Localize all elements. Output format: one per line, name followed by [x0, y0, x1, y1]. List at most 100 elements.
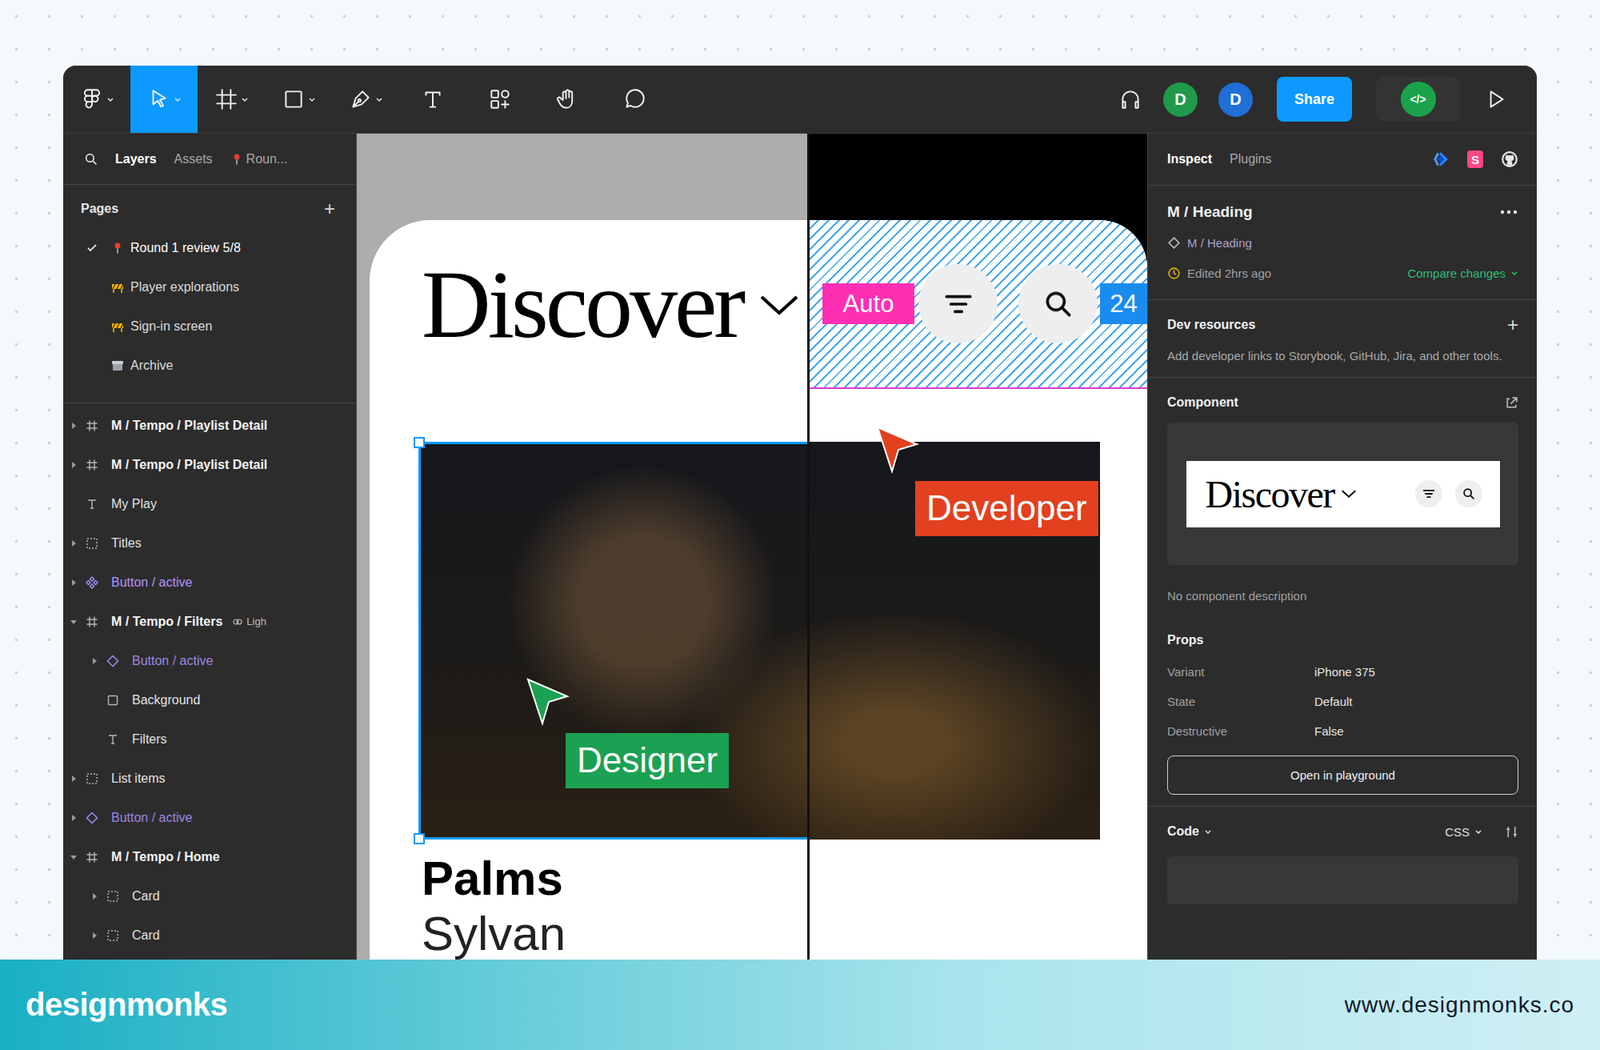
page-item[interactable]: Round 1 review 5/8: [63, 228, 356, 268]
inspect-tabs: Inspect Plugins S: [1148, 133, 1537, 186]
canvas[interactable]: Discover Auto 24 Palms Sylvan Designer D…: [356, 133, 1148, 960]
pen-tool[interactable]: [332, 65, 400, 133]
prop-row: State Default: [1167, 686, 1519, 716]
disclosure-icon[interactable]: [68, 577, 79, 588]
workspace: Layers Assets Roun... Pages + Round 1 re…: [63, 133, 1537, 960]
layer-item[interactable]: M / Tempo / Filters Ligh: [63, 601, 356, 641]
disclosure-icon[interactable]: [68, 812, 79, 823]
layer-item[interactable]: Background: [63, 680, 356, 720]
component-section: Component Discover No component descript…: [1148, 377, 1537, 807]
disclosure-icon[interactable]: [89, 930, 100, 940]
layer-item[interactable]: M / Tempo / Home: [63, 836, 356, 876]
jira-integration[interactable]: [1432, 150, 1450, 168]
storybook-integration[interactable]: S: [1467, 150, 1484, 168]
layer-item[interactable]: Button / active: [63, 640, 356, 680]
resources-icon: [488, 87, 512, 112]
spacing-tag: 24: [1100, 283, 1148, 324]
inspect-tab[interactable]: Inspect: [1167, 152, 1212, 167]
add-page-button[interactable]: +: [324, 199, 336, 219]
text-tool[interactable]: [399, 65, 467, 133]
share-button[interactable]: Share: [1276, 76, 1352, 122]
play-icon[interactable]: [1484, 87, 1508, 112]
frame-header: Discover Auto 24: [369, 220, 1148, 389]
inspect-tab[interactable]: Plugins: [1229, 152, 1272, 167]
add-resource-button[interactable]: +: [1507, 315, 1519, 335]
pages-list: Round 1 review 5/8 Player explorations S…: [63, 228, 356, 404]
more-icon[interactable]: [1499, 208, 1519, 216]
resize-handle[interactable]: [413, 436, 425, 448]
website-url[interactable]: www.designmonks.co: [1344, 992, 1575, 1018]
disclosure-icon[interactable]: [89, 891, 100, 901]
props-table: Variant iPhone 375State DefaultDestructi…: [1167, 656, 1519, 746]
layer-item[interactable]: My Play: [63, 484, 356, 524]
prop-row: Variant iPhone 375: [1167, 656, 1519, 687]
disclosure-icon[interactable]: [68, 773, 79, 784]
archive-icon: [111, 359, 124, 372]
panel-tabs: Layers Assets Roun...: [63, 133, 356, 185]
compare-divider[interactable]: [807, 133, 810, 960]
shape-tool[interactable]: [264, 65, 332, 133]
card-title: Palms: [421, 850, 1148, 906]
frame-layer-icon: [85, 419, 99, 432]
headphones-icon[interactable]: [1118, 87, 1143, 112]
disclosure-icon[interactable]: [68, 616, 79, 627]
disclosure-icon[interactable]: [68, 538, 79, 548]
disclosure-icon[interactable]: [68, 460, 79, 470]
settings-icon[interactable]: [1504, 824, 1519, 839]
code-dropdown[interactable]: Code: [1167, 824, 1212, 839]
frame-tool[interactable]: [197, 65, 265, 133]
chevron-down-icon[interactable]: [758, 292, 800, 318]
layer-item[interactable]: List items: [63, 758, 356, 798]
panel-tab[interactable]: Layers: [115, 152, 157, 167]
disclosure-icon[interactable]: [89, 656, 100, 666]
compare-changes-button[interactable]: Compare changes: [1407, 266, 1519, 280]
hand-tool[interactable]: [533, 65, 601, 133]
search-icon[interactable]: [84, 152, 98, 166]
user-avatar[interactable]: D: [1163, 82, 1198, 117]
layer-item[interactable]: Card: [63, 876, 356, 916]
layer-item[interactable]: M / Tempo / Playlist Detail: [63, 444, 356, 484]
construction-icon: [111, 280, 124, 294]
comment-tool[interactable]: [600, 65, 668, 133]
language-dropdown[interactable]: CSS: [1444, 824, 1483, 839]
frame-layer-icon: [85, 850, 99, 864]
move-tool[interactable]: [130, 65, 198, 133]
layer-item[interactable]: M / Tempo / Playlist Detail: [63, 405, 356, 445]
search-button[interactable]: [1018, 264, 1098, 344]
selection-title: M / Heading: [1167, 203, 1253, 221]
page-item[interactable]: Player explorations: [63, 267, 356, 307]
open-playground-button[interactable]: Open in playground: [1167, 755, 1519, 795]
go-to-component-icon[interactable]: [1504, 396, 1519, 410]
frame-layer-icon: [85, 458, 99, 472]
resize-handle[interactable]: [413, 832, 425, 844]
preview-card: Discover: [1186, 460, 1500, 528]
frame-icon: [214, 87, 239, 112]
dev-mode-toggle[interactable]: </>: [1376, 76, 1460, 122]
layer-item[interactable]: Filters: [63, 719, 356, 759]
github-integration[interactable]: [1500, 150, 1519, 168]
caret-icon: [106, 95, 115, 104]
filter-icon: [1421, 486, 1436, 501]
disclosure-icon[interactable]: [68, 852, 79, 862]
page-item[interactable]: Archive: [63, 345, 356, 385]
phone-frame[interactable]: Discover Auto 24 Palms Sylvan: [369, 220, 1148, 960]
heading-row: Discover: [369, 220, 808, 389]
panel-tab[interactable]: Assets: [174, 152, 213, 167]
page-item[interactable]: Sign-in screen: [63, 306, 356, 346]
panel-tab[interactable]: Roun...: [230, 152, 288, 167]
disclosure-icon[interactable]: [68, 420, 79, 431]
main-menu-icon: [80, 87, 104, 112]
user-avatar[interactable]: D: [1218, 82, 1253, 117]
filter-button[interactable]: [918, 264, 998, 344]
resources-tool[interactable]: [466, 65, 534, 133]
cursor-label: Developer: [915, 480, 1099, 536]
layer-item[interactable]: Button / active: [63, 797, 356, 837]
layer-item[interactable]: Button / active: [63, 562, 356, 602]
chevron-down-icon: [1510, 268, 1519, 277]
main-menu-tool[interactable]: [63, 65, 131, 133]
layer-item[interactable]: Titles: [63, 523, 356, 563]
group-layer-icon: [85, 536, 99, 550]
card-subtitle: Sylvan: [421, 905, 1148, 960]
main-component-link[interactable]: M / Heading: [1167, 227, 1519, 258]
layer-item[interactable]: Card: [63, 915, 356, 955]
